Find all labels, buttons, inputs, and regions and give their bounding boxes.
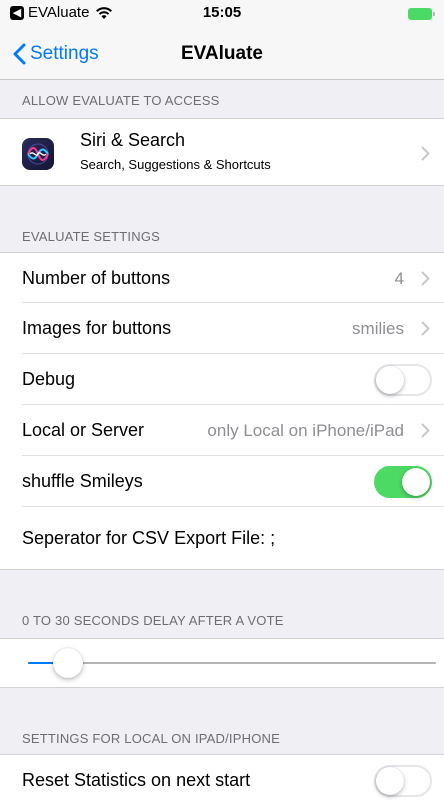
section-header-settings: EVALUATE SETTINGS: [22, 229, 161, 244]
siri-title: Siri & Search: [80, 130, 186, 150]
shuffle-smileys-cell: shuffle Smileys: [0, 456, 444, 507]
reset-statistics-toggle[interactable]: [374, 765, 432, 797]
reset-statistics-cell: Reset Statistics on next start: [0, 754, 444, 802]
delay-slider-thumb[interactable]: [53, 648, 84, 678]
chevron-right-icon: [421, 423, 430, 438]
reset-statistics-label: Reset Statistics on next start: [22, 769, 251, 790]
images-for-buttons-value: smilies: [352, 319, 404, 338]
delay-slider-cell: [0, 638, 444, 688]
section-header-delay: 0 TO 30 SECONDS DELAY AFTER A VOTE: [22, 613, 284, 628]
navigation-bar: Settings EVAluate: [0, 28, 444, 80]
debug-cell: Debug: [0, 354, 444, 405]
number-of-buttons-value: 4: [394, 269, 404, 288]
chevron-right-icon: [421, 146, 430, 161]
number-of-buttons-label: Number of buttons: [22, 267, 171, 288]
section-header-access: ALLOW EVALUATE TO ACCESS: [22, 93, 220, 108]
siri-subtitle: Search, Suggestions & Shortcuts: [80, 157, 271, 172]
settings-screen: ◀ EVAluate 15:05 Settings EVAluate ALLOW…: [0, 0, 444, 802]
siri-search-cell[interactable]: Siri & Search Search, Suggestions & Shor…: [0, 118, 444, 186]
chevron-right-icon: [421, 271, 430, 286]
slider-track[interactable]: [28, 662, 436, 664]
chevron-right-icon: [421, 321, 430, 336]
local-or-server-label: Local or Server: [22, 420, 145, 440]
battery-icon: [408, 8, 435, 20]
section-header-local: SETTINGS FOR LOCAL ON IPAD/IPHONE: [22, 731, 280, 746]
csv-separator-cell[interactable]: Seperator for CSV Export File: ;: [0, 507, 444, 570]
local-or-server-cell[interactable]: Local or Server only Local on iPhone/iPa…: [0, 405, 444, 456]
debug-label: Debug: [22, 369, 76, 389]
toggle-knob: [376, 767, 404, 795]
images-for-buttons-cell[interactable]: Images for buttons smilies: [0, 303, 444, 354]
debug-toggle[interactable]: [374, 364, 432, 396]
shuffle-smileys-label: shuffle Smileys: [22, 471, 143, 491]
local-or-server-value: only Local on iPhone/iPad: [207, 421, 404, 440]
number-of-buttons-cell[interactable]: Number of buttons 4: [0, 252, 444, 303]
csv-separator-label: Seperator for CSV Export File: ;: [22, 527, 276, 548]
toggle-knob: [402, 468, 430, 496]
siri-icon: [22, 138, 54, 170]
images-for-buttons-label: Images for buttons: [22, 318, 172, 338]
page-title: EVAluate: [180, 43, 263, 64]
shuffle-smileys-toggle[interactable]: [374, 466, 432, 498]
status-bar: ◀ EVAluate 15:05: [0, 0, 444, 28]
status-time: 15:05: [202, 4, 242, 21]
toggle-knob: [376, 366, 404, 394]
